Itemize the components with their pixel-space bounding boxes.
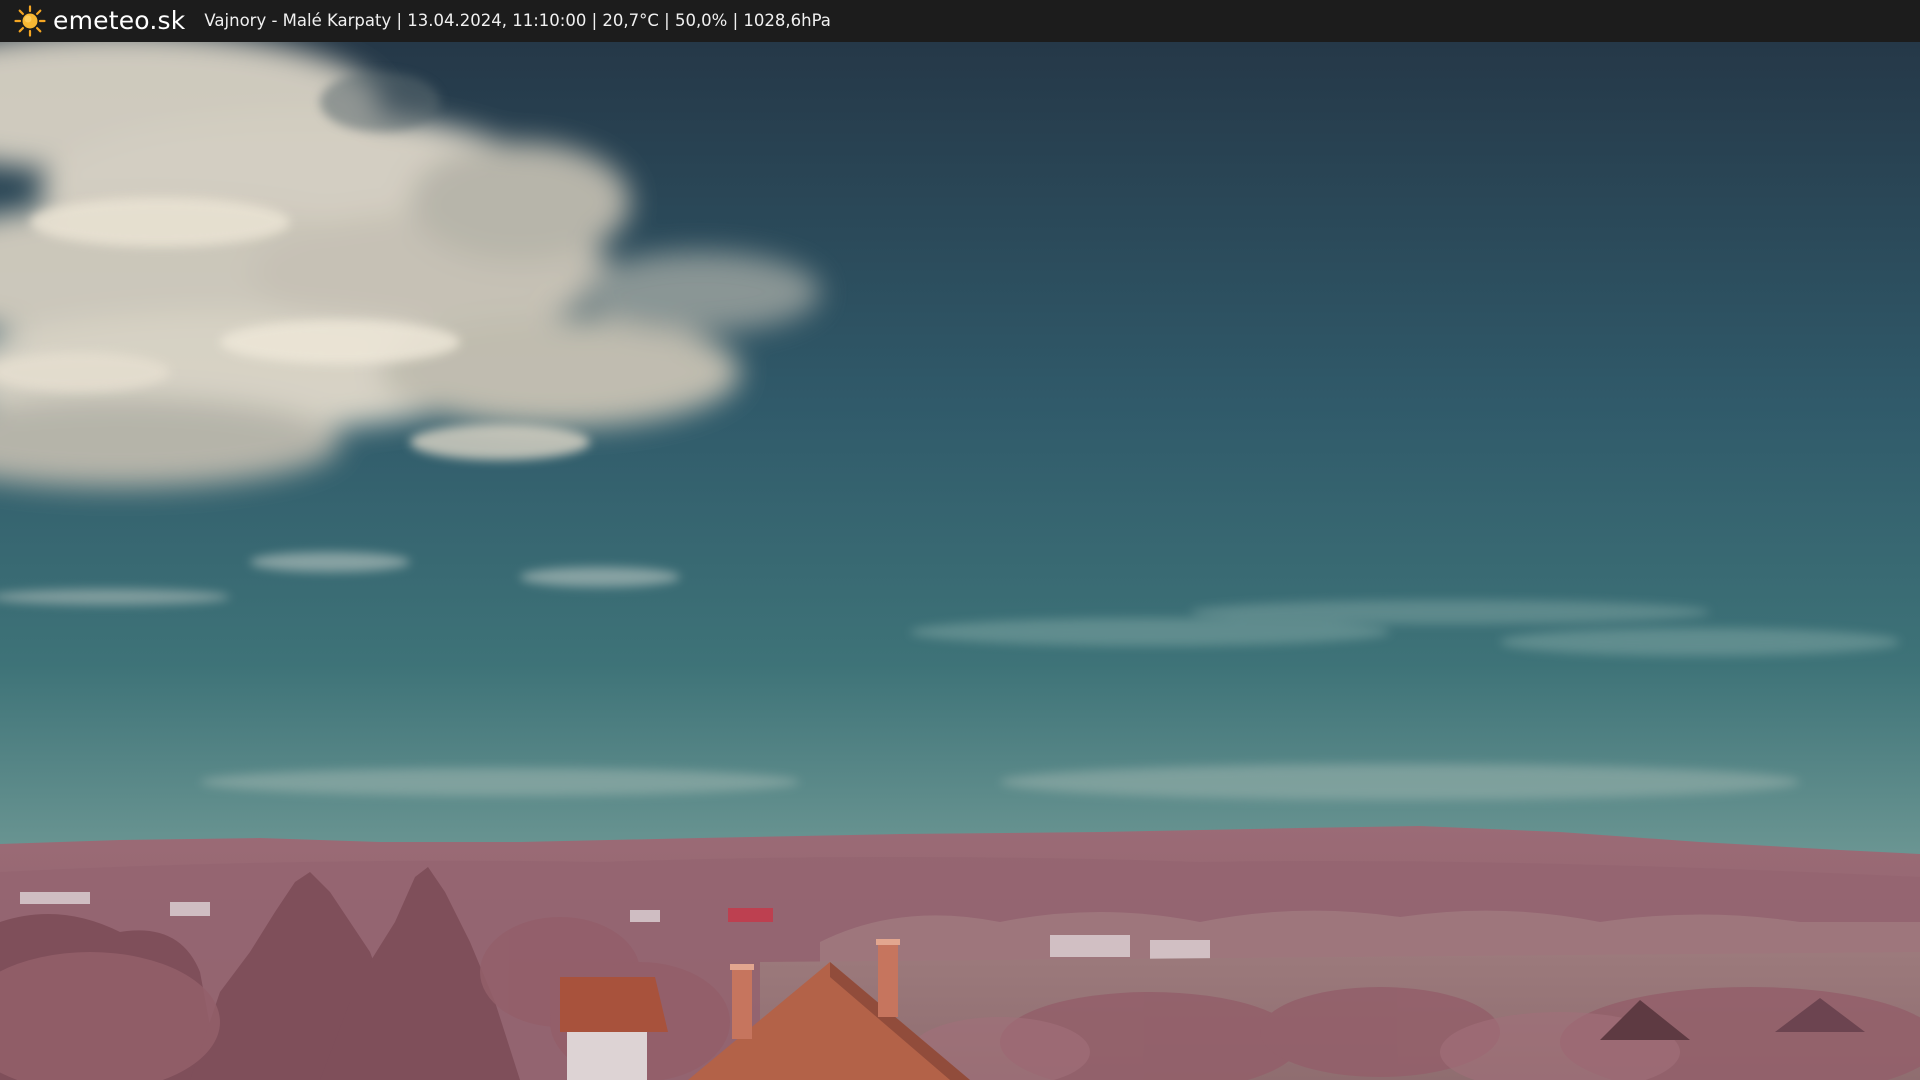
station-info: Vajnory - Malé Karpaty | 13.04.2024, 11:…: [204, 11, 831, 30]
sun-icon: [14, 5, 46, 37]
logo[interactable]: emeteo.sk: [14, 0, 185, 42]
webcam-view: emeteo.sk Vajnory - Malé Karpaty | 13.04…: [0, 0, 1920, 1080]
webcam-landscape-image: [0, 42, 1920, 1080]
info-bar: emeteo.sk Vajnory - Malé Karpaty | 13.04…: [0, 0, 1920, 42]
brand-name: emeteo.sk: [53, 6, 186, 35]
